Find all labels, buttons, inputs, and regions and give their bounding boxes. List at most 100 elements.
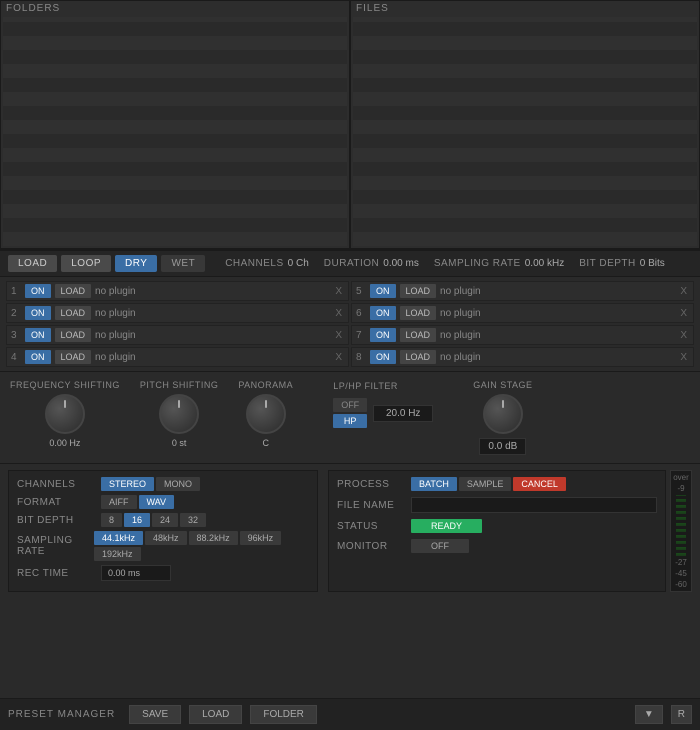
ch5-remove-button[interactable]: X (678, 286, 689, 297)
info-bar: LOAD LOOP DRY WET CHANNELS 0 Ch DURATION… (0, 250, 700, 277)
dry-button[interactable]: DRY (115, 255, 157, 272)
sampling-setting-row: SAMPLING RATE 44.1kHz 48kHz 88.2kHz 96kH… (17, 531, 309, 561)
ch1-load-button[interactable]: LOAD (55, 284, 92, 298)
filename-label: FILE NAME (337, 500, 407, 511)
wet-button[interactable]: WET (161, 255, 205, 272)
channels-setting-row: CHANNELS STEREO MONO (17, 477, 309, 491)
rectime-input[interactable] (101, 565, 171, 581)
cancel-button[interactable]: CANCEL (513, 477, 566, 491)
sample-button[interactable]: SAMPLE (459, 477, 512, 491)
ch2-on-button[interactable]: ON (25, 306, 51, 320)
freq-display: 20.0 Hz (373, 405, 433, 422)
sr88-button[interactable]: 88.2kHz (189, 531, 238, 545)
channel-row-4: 4 ON LOAD no plugin X (6, 347, 349, 367)
load-button[interactable]: LOAD (8, 255, 57, 272)
ch1-on-button[interactable]: ON (25, 284, 51, 298)
ch4-remove-button[interactable]: X (333, 352, 344, 363)
ch3-remove-button[interactable]: X (333, 330, 344, 341)
ch4-on-button[interactable]: ON (25, 350, 51, 364)
mono-button[interactable]: MONO (156, 477, 200, 491)
freq-shift-knob[interactable] (45, 394, 85, 434)
panorama-value: C (263, 438, 270, 448)
ch6-load-button[interactable]: LOAD (400, 306, 437, 320)
ch2-load-button[interactable]: LOAD (55, 306, 92, 320)
filename-input[interactable] (411, 497, 657, 513)
channel-row-8: 8 ON LOAD no plugin X (351, 347, 694, 367)
duration-info: DURATION 0.00 ms (324, 258, 419, 269)
main-container: FOLDERS FILES LOAD LOOP DRY WET CHANNELS… (0, 0, 700, 730)
ch3-on-button[interactable]: ON (25, 328, 51, 342)
aiff-button[interactable]: AIFF (101, 495, 137, 509)
channels-buttons: STEREO MONO (101, 477, 200, 491)
ch4-plugin-name: no plugin (95, 352, 329, 363)
over-label: over (673, 473, 689, 482)
sr48-button[interactable]: 48kHz (145, 531, 187, 545)
ch6-on-button[interactable]: ON (370, 306, 396, 320)
rectime-setting-row: REC TIME (17, 565, 309, 581)
gain-knob[interactable] (483, 394, 523, 434)
channels-info-label: CHANNELS (225, 258, 283, 269)
channels-info-value: 0 Ch (288, 258, 309, 269)
lphp-off-button[interactable]: OFF (333, 398, 367, 412)
lphp-buttons: OFF HP (333, 398, 367, 428)
bitdepth-setting-label: BIT DEPTH (17, 515, 97, 526)
bitdepth-value: 0 Bits (640, 258, 665, 269)
ch5-plugin-name: no plugin (440, 286, 674, 297)
bd16-button[interactable]: 16 (124, 513, 150, 527)
loop-button[interactable]: LOOP (61, 255, 111, 272)
preset-r-button[interactable]: R (671, 705, 692, 724)
ch8-on-button[interactable]: ON (370, 350, 396, 364)
lphp-controls: OFF HP 20.0 Hz (333, 398, 433, 428)
preset-folder-button[interactable]: FOLDER (250, 705, 317, 724)
folders-stripes (3, 17, 347, 246)
ch8-plugin-name: no plugin (440, 352, 674, 363)
ch1-remove-button[interactable]: X (333, 286, 344, 297)
files-stripes (353, 17, 697, 246)
lphp-hp-button[interactable]: HP (333, 414, 367, 428)
channel-row-3: 3 ON LOAD no plugin X (6, 325, 349, 345)
bd8-button[interactable]: 8 (101, 513, 122, 527)
sr96-button[interactable]: 96kHz (240, 531, 282, 545)
ch5-on-button[interactable]: ON (370, 284, 396, 298)
ch8-remove-button[interactable]: X (678, 352, 689, 363)
ch7-load-button[interactable]: LOAD (400, 328, 437, 342)
effects-section: FREQUENCY SHIFTING 0.00 Hz PITCH SHIFTIN… (0, 372, 700, 464)
ch7-on-button[interactable]: ON (370, 328, 396, 342)
stereo-button[interactable]: STEREO (101, 477, 154, 491)
status-row: STATUS READY (337, 519, 657, 533)
process-buttons-row: PROCESS BATCH SAMPLE CANCEL (337, 477, 657, 491)
preset-load-button[interactable]: LOAD (189, 705, 242, 724)
ch7-remove-button[interactable]: X (678, 330, 689, 341)
ch6-remove-button[interactable]: X (678, 308, 689, 319)
monitor-off-button[interactable]: OFF (411, 539, 469, 553)
preset-save-button[interactable]: SAVE (129, 705, 181, 724)
ch2-remove-button[interactable]: X (333, 308, 344, 319)
ch8-load-button[interactable]: LOAD (400, 350, 437, 364)
bitdepth-label: BIT DEPTH (579, 258, 636, 269)
ch-num-3: 3 (11, 330, 21, 341)
channel-row-2: 2 ON LOAD no plugin X (6, 303, 349, 323)
status-ready-button[interactable]: READY (411, 519, 482, 533)
status-label: STATUS (337, 521, 407, 532)
sr44-button[interactable]: 44.1kHz (94, 531, 143, 545)
bd32-button[interactable]: 32 (180, 513, 206, 527)
lphp-label: LP/HP FILTER (333, 381, 398, 391)
channels-grid: 1 ON LOAD no plugin X 5 ON LOAD no plugi… (6, 281, 694, 367)
bd24-button[interactable]: 24 (152, 513, 178, 527)
ch-num-4: 4 (11, 352, 21, 363)
meter-bar (676, 495, 686, 556)
panorama-knob[interactable] (246, 394, 286, 434)
ch5-load-button[interactable]: LOAD (400, 284, 437, 298)
pitch-shift-knob[interactable] (159, 394, 199, 434)
batch-button[interactable]: BATCH (411, 477, 457, 491)
ch4-load-button[interactable]: LOAD (55, 350, 92, 364)
gain-display: 0.0 dB (479, 438, 526, 455)
sampling-label: SAMPLING RATE (434, 258, 521, 269)
settings-left: CHANNELS STEREO MONO FORMAT AIFF WAV BIT… (8, 470, 318, 592)
preset-dropdown-button[interactable]: ▼ (635, 705, 663, 724)
pitch-shift-value: 0 st (172, 438, 187, 448)
ch3-load-button[interactable]: LOAD (55, 328, 92, 342)
wav-button[interactable]: WAV (139, 495, 175, 509)
sr192-button[interactable]: 192kHz (94, 547, 141, 561)
bottom-settings: CHANNELS STEREO MONO FORMAT AIFF WAV BIT… (0, 464, 700, 598)
